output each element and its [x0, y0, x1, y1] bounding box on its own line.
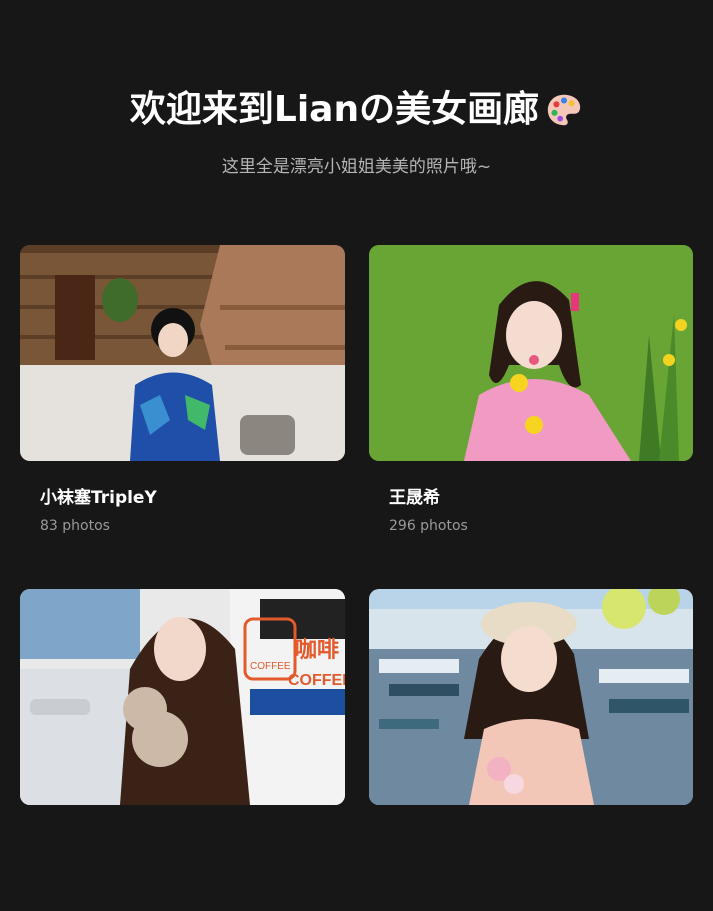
coffee-sign-en: COFFEE	[288, 672, 345, 689]
album-photo-count: 296 photos	[389, 518, 468, 534]
page-title-text: 欢迎来到Lianの美女画廊	[129, 89, 540, 130]
album-cover-photo[interactable]: COFFEE 咖啡 COFFEE	[20, 589, 345, 805]
page-subtitle: 这里全是漂亮小姐姐美美的照片哦~	[221, 157, 492, 177]
palette-icon	[545, 91, 583, 129]
album-name[interactable]: 王晟希	[389, 483, 693, 508]
album-cover-photo[interactable]	[369, 245, 693, 461]
album-info	[20, 805, 345, 911]
page-header: 欢迎来到Lianの美女画廊 这里全是漂亮小姐姐美美的照片哦~	[0, 0, 713, 177]
album-cover-photo[interactable]	[20, 245, 345, 461]
album-info: 王晟希 296 photos	[369, 461, 693, 567]
album-info: 小袜塞TripleY 83 photos	[20, 461, 345, 567]
album-info	[369, 805, 693, 911]
album-photo-count: 83 photos	[40, 518, 110, 534]
album-card[interactable]: 王晟希 296 photos	[369, 245, 693, 567]
coffee-sign-cn: 咖啡	[295, 638, 339, 663]
album-card[interactable]	[369, 589, 693, 911]
page-title: 欢迎来到Lianの美女画廊	[130, 86, 583, 134]
album-card[interactable]: 小袜塞TripleY 83 photos	[20, 245, 345, 567]
album-name[interactable]: 小袜塞TripleY	[40, 483, 345, 508]
svg-text:COFFEE: COFFEE	[250, 661, 291, 672]
album-grid: 小袜塞TripleY 83 photos 王晟希 296 photos COFF…	[20, 245, 693, 911]
album-card[interactable]: COFFEE 咖啡 COFFEE	[20, 589, 345, 911]
album-cover-photo[interactable]	[369, 589, 693, 805]
